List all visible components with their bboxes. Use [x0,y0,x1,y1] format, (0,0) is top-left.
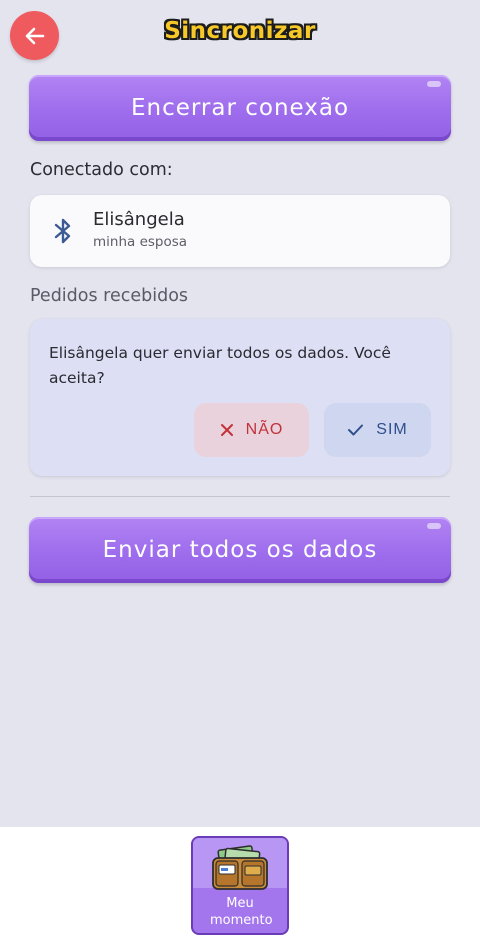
request-card: Elisângela quer enviar todos os dados. V… [30,319,450,476]
decline-label: NÃO [245,421,284,438]
my-moment-button[interactable]: Meu momento [191,836,289,935]
my-moment-label: Meu momento [210,896,273,928]
bluetooth-icon [54,218,71,244]
device-name: Elisângela [93,209,185,230]
button-shine [427,523,441,529]
app-header: Sincronizar [0,0,480,72]
device-subtitle: minha esposa [93,234,188,250]
check-icon [348,424,364,436]
end-connection-label: Encerrar conexão [130,95,350,121]
close-icon [220,424,233,436]
wallet-icon [212,845,268,890]
button-shine [427,81,441,87]
decline-button[interactable]: NÃO [194,403,309,457]
connected-device-card: Elisângela minha esposa [30,195,450,267]
page-title: Sincronizar [164,18,316,44]
request-message: Elisângela quer enviar todos os dados. V… [49,344,391,387]
send-all-data-label: Enviar todos os dados [102,537,378,563]
accept-label: SIM [376,421,408,438]
send-all-data-button[interactable]: Enviar todos os dados [29,517,451,583]
connected-with-label: Conectado com: [30,160,173,180]
end-connection-button[interactable]: Encerrar conexão [29,75,451,141]
accept-button[interactable]: SIM [324,403,431,457]
section-divider [30,496,450,497]
received-requests-label: Pedidos recebidos [30,286,189,306]
